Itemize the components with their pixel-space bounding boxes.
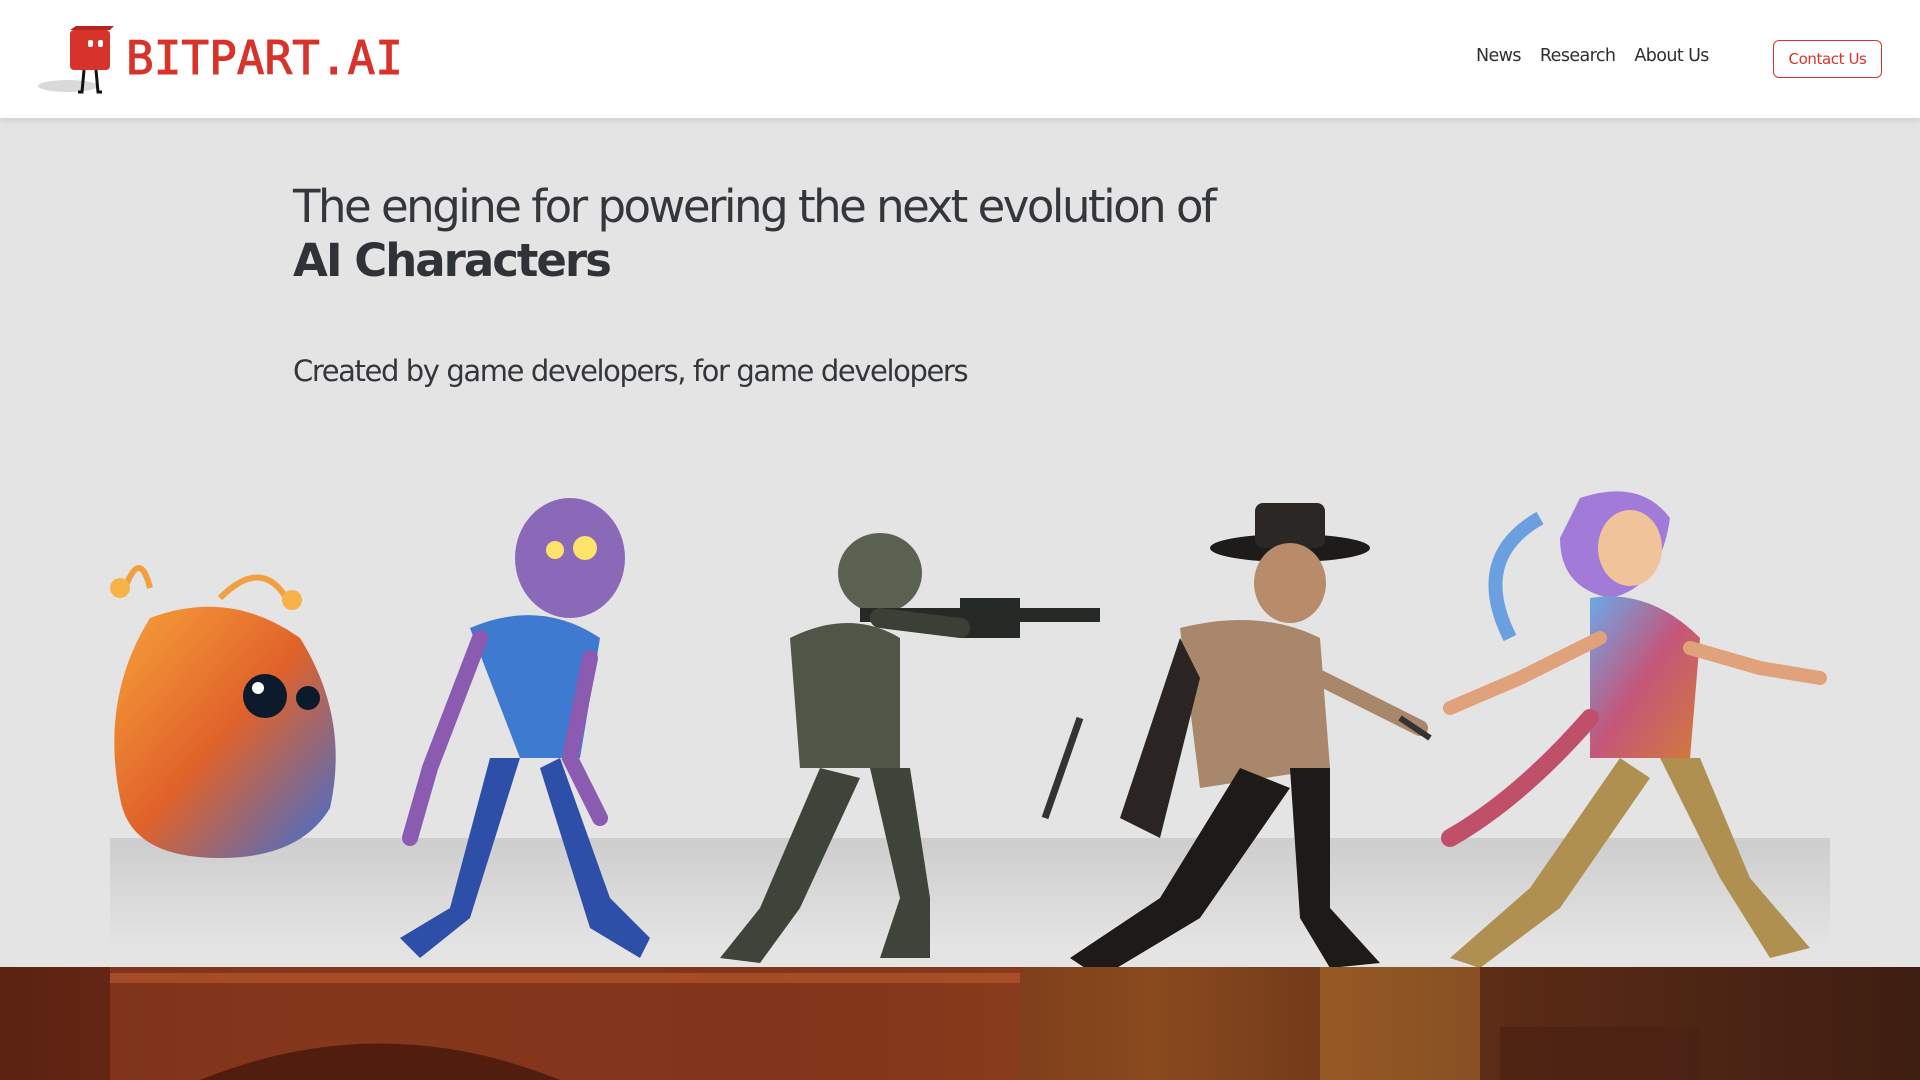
- red-cube-mascot-icon: [38, 26, 114, 94]
- hero-tagline: Created by game developers, for game dev…: [293, 354, 969, 388]
- hero-headline: The engine for powering the next evoluti…: [293, 180, 1217, 288]
- hero-headline-emphasis: AI Characters: [293, 234, 612, 287]
- contact-us-button[interactable]: Contact Us: [1773, 40, 1882, 78]
- nav-about-us[interactable]: About Us: [1634, 46, 1709, 66]
- hero-section: The engine for powering the next evoluti…: [0, 118, 1920, 967]
- fuzzy-creature-character: [110, 565, 336, 858]
- brand-logo[interactable]: BITPART.AI: [38, 26, 403, 98]
- nav-news[interactable]: News: [1476, 46, 1521, 66]
- brand-name: BITPART.AI: [126, 31, 404, 86]
- hero-headline-text: The engine for powering the next evoluti…: [293, 180, 1217, 233]
- tavern-scene-image: [110, 967, 1700, 1080]
- main-nav: News Research About Us: [1476, 46, 1709, 66]
- game-scene-banner: [0, 967, 1920, 1080]
- nav-research[interactable]: Research: [1540, 46, 1616, 66]
- site-header: BITPART.AI News Research About Us Contac…: [0, 0, 1920, 118]
